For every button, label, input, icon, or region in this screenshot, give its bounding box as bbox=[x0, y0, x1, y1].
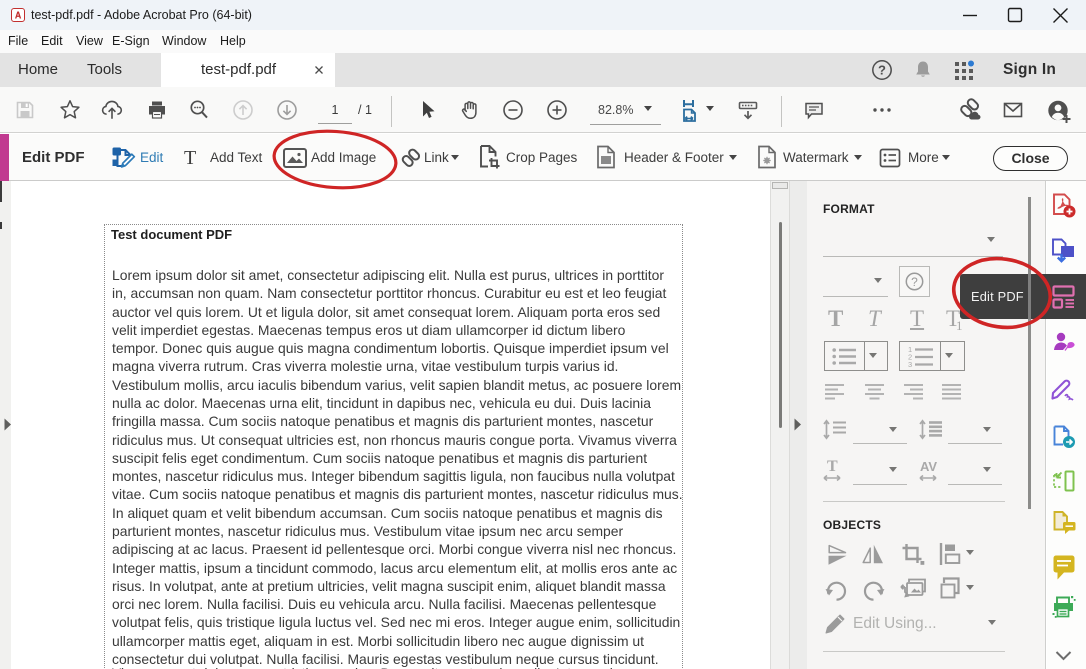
svg-text:3: 3 bbox=[908, 360, 912, 369]
svg-text:?: ? bbox=[911, 275, 918, 289]
svg-text:T: T bbox=[827, 458, 838, 475]
svg-text:?: ? bbox=[878, 63, 886, 78]
svg-text:AV: AV bbox=[920, 459, 937, 474]
